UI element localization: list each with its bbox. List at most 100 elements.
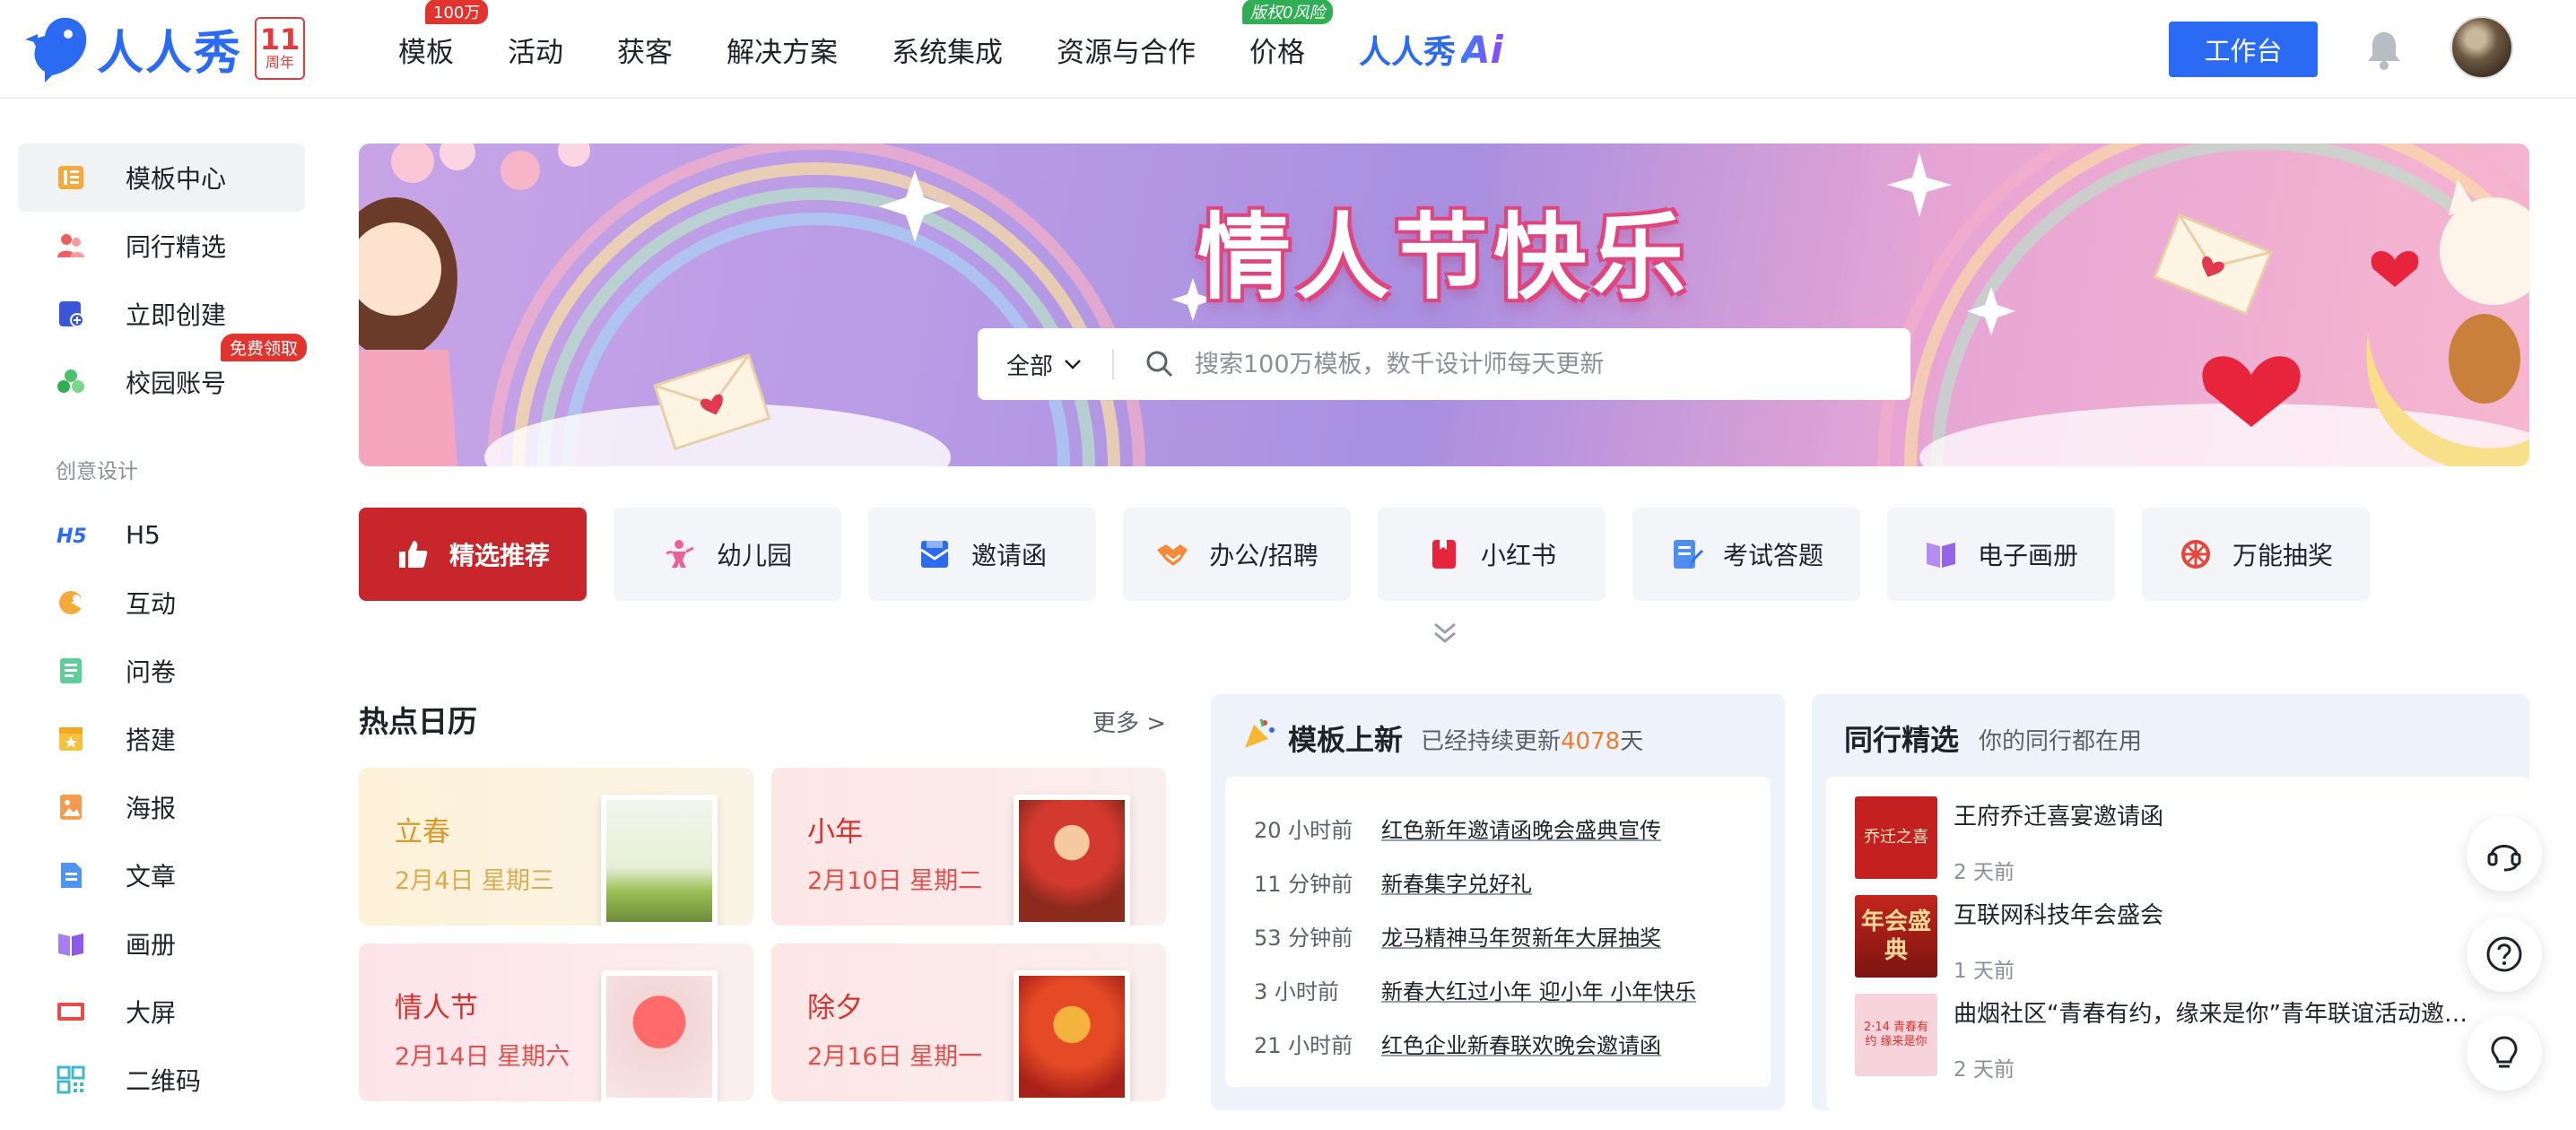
big-screen-icon xyxy=(57,1003,84,1021)
sidebar-item-label: 校园账号 xyxy=(126,369,227,398)
list-item[interactable]: 3 小时前 新春大红过小年 迎小年 小年快乐 xyxy=(1254,974,1696,1005)
sidebar-item-album[interactable]: 画册 xyxy=(18,909,305,978)
nav-item-pricing[interactable]: 版权0风险 价格 xyxy=(1242,0,1334,70)
list-item-title[interactable]: 龙马精神马年贺新年大屏抽奖 xyxy=(1381,920,1661,952)
bell-icon[interactable] xyxy=(2364,29,2404,70)
article-icon xyxy=(61,863,82,888)
nav-label: 活动 xyxy=(508,36,563,69)
sidebar-item-label: H5 xyxy=(126,519,161,550)
envelope-icon xyxy=(920,541,949,568)
sidebar-item-qrcode[interactable]: 二维码 xyxy=(18,1046,305,1114)
sidebar-item-template-center[interactable]: 模板中心 xyxy=(18,143,305,212)
hot-calendar-more-link[interactable]: 更多 > xyxy=(1092,705,1166,738)
top-nav-bar: 人人秀 11 周年 100万 模板 活动 获客 解决方案 系统集成 资源与合作 … xyxy=(0,0,2576,99)
sidebar-item-peers[interactable]: 同行精选 xyxy=(18,212,305,280)
nav-label: 解决方案 xyxy=(727,36,838,69)
nav-item-partnership[interactable]: 资源与合作 xyxy=(1057,30,1196,70)
sidebar-item-label: 模板中心 xyxy=(126,164,227,194)
search-category-dropdown[interactable]: 全部 xyxy=(978,348,1112,381)
peers-icon xyxy=(57,234,84,257)
peer-time: 1 天前 xyxy=(1954,960,2015,983)
calendar-card[interactable]: 小年 2月10日 星期二 xyxy=(771,768,1166,926)
nav-item-solutions[interactable]: 解决方案 xyxy=(727,30,838,70)
list-item-title[interactable]: 新春大红过小年 迎小年 小年快乐 xyxy=(1381,974,1696,1005)
list-item-time: 21 小时前 xyxy=(1254,1033,1353,1058)
category-tab-kindergarten[interactable]: 幼儿园 xyxy=(614,508,841,601)
sidebar-item-h5[interactable]: H5 H5 xyxy=(18,500,305,569)
free-claim-badge: 免费领取 xyxy=(221,334,308,361)
new-templates-list: 20 小时前 红色新年邀请函晚会盛典宣传 11 分钟前 新春集字兑好礼 53 分钟前… xyxy=(1225,777,1771,1087)
nav-item-ai[interactable]: 人人秀 Ai xyxy=(1359,26,1503,73)
list-item[interactable]: 53 分钟前 龙马精神马年贺新年大屏抽奖 xyxy=(1254,920,1661,952)
list-item-title[interactable]: 新春集字兑好礼 xyxy=(1381,866,1532,898)
campus-icon xyxy=(57,369,84,393)
banner-title: 情人节快乐 xyxy=(1197,203,1691,312)
red-book-icon xyxy=(1432,540,1456,569)
h5-icon: H5 xyxy=(57,526,86,548)
calendar-card-thumbnail xyxy=(1014,795,1130,926)
category-tab-invitation[interactable]: 邀请函 xyxy=(868,508,1096,601)
calendar-card-thumbnail xyxy=(1014,970,1130,1101)
search-icon[interactable] xyxy=(1144,349,1175,379)
workbench-button[interactable]: 工作台 xyxy=(2169,22,2318,77)
list-item-time: 3 小时前 xyxy=(1254,979,1339,1004)
nav-item-acquisition[interactable]: 获客 xyxy=(617,30,673,70)
sidebar-item-survey[interactable]: 问卷 xyxy=(18,637,305,705)
handshake-icon xyxy=(1157,544,1188,566)
calendar-card[interactable]: 立春 2月4日 星期三 xyxy=(359,768,753,926)
sidebar-item-interaction[interactable]: 互动 xyxy=(18,569,305,637)
new-templates-subtitle: 已经持续更新4078天 xyxy=(1421,723,1643,756)
sidebar-item-article[interactable]: 文章 xyxy=(18,841,305,909)
qrcode-icon xyxy=(57,1065,85,1094)
list-item-time: 20 小时前 xyxy=(1254,818,1353,843)
list-item-title[interactable]: 红色企业新春联欢晚会邀请函 xyxy=(1381,1028,1661,1059)
sidebar-item-build[interactable]: 搭建 xyxy=(18,705,305,773)
nav-label: 获客 xyxy=(617,36,673,69)
nav-item-activities[interactable]: 活动 xyxy=(508,30,563,70)
category-tab-xiaohongshu[interactable]: 小红书 xyxy=(1378,508,1606,601)
peer-time: 2 天前 xyxy=(1954,861,2015,884)
calendar-card[interactable]: 除夕 2月16日 星期一 xyxy=(771,943,1166,1101)
sidebar-item-label: 同行精选 xyxy=(126,232,227,262)
sidebar-item-label: 问卷 xyxy=(126,657,177,687)
category-tab-exam[interactable]: 考试答题 xyxy=(1632,508,1860,601)
list-item[interactable]: 年会盛典 互联网科技年会盛会 1 天前 xyxy=(1855,895,2483,984)
template-center-icon xyxy=(58,166,83,189)
sidebar-item-label: 海报 xyxy=(126,794,177,823)
nav-label: 资源与合作 xyxy=(1057,36,1196,69)
category-tab-featured[interactable]: 精选推荐 xyxy=(359,508,587,601)
sidebar-item-big-screen[interactable]: 大屏 xyxy=(18,978,305,1046)
tips-button[interactable] xyxy=(2467,1015,2542,1091)
search-input[interactable] xyxy=(1195,350,1876,378)
main-nav: 100万 模板 活动 获客 解决方案 系统集成 资源与合作 版权0风险 价格 人… xyxy=(398,0,1503,99)
peer-title: 互联网科技年会盛会 xyxy=(1954,902,2164,929)
calendar-card[interactable]: 情人节 2月14日 星期六 xyxy=(359,943,753,1101)
hero-banner[interactable]: 情人节快乐 全部 xyxy=(359,143,2529,466)
sidebar-item-campus[interactable]: 校园账号 免费领取 xyxy=(18,334,308,416)
new-templates-title: 模板上新 xyxy=(1288,723,1404,757)
list-item[interactable]: 11 分钟前 新春集字兑好礼 xyxy=(1254,866,1532,898)
calendar-card-date: 2月16日 星期一 xyxy=(807,1043,983,1071)
headset-icon xyxy=(2487,845,2521,872)
nav-item-integration[interactable]: 系统集成 xyxy=(892,30,1003,70)
category-tab-office-recruit[interactable]: 办公/招聘 xyxy=(1123,508,1351,601)
user-avatar[interactable] xyxy=(2450,16,2513,79)
brand-logo[interactable]: 人人秀 11 周年 xyxy=(25,13,306,84)
list-item[interactable]: 20 小时前 红色新年邀请函晚会盛典宣传 xyxy=(1254,813,1661,844)
list-item[interactable]: 2·14 青春有约 缘来是你 曲烟社区“青春有约，缘来是你”青年联谊活动邀… 2… xyxy=(1855,994,2483,1082)
expand-more-icon[interactable] xyxy=(1430,619,1460,649)
list-item[interactable]: 21 小时前 红色企业新春联欢晚会邀请函 xyxy=(1254,1028,1661,1059)
nav-ai-label: 人人秀 xyxy=(1359,34,1457,71)
help-button[interactable] xyxy=(2467,917,2542,992)
category-tab-ebook[interactable]: 电子画册 xyxy=(1887,508,2115,601)
sidebar-item-poster[interactable]: 海报 xyxy=(18,773,305,841)
category-label: 万能抽奖 xyxy=(2232,541,2333,570)
sidebar-item-label: 互动 xyxy=(126,589,177,619)
nav-item-templates[interactable]: 100万 模板 xyxy=(398,0,489,70)
sidebar-section-title: 创意设计 xyxy=(56,460,138,483)
category-tab-lottery[interactable]: 万能抽奖 xyxy=(2142,508,2370,601)
customer-service-button[interactable] xyxy=(2467,816,2542,891)
calendar-card-name: 立春 xyxy=(395,816,450,848)
list-item[interactable]: 乔迁之喜 王府乔迁喜宴邀请函 2 天前 xyxy=(1855,796,2483,885)
list-item-title[interactable]: 红色新年邀请函晚会盛典宣传 xyxy=(1381,813,1661,844)
